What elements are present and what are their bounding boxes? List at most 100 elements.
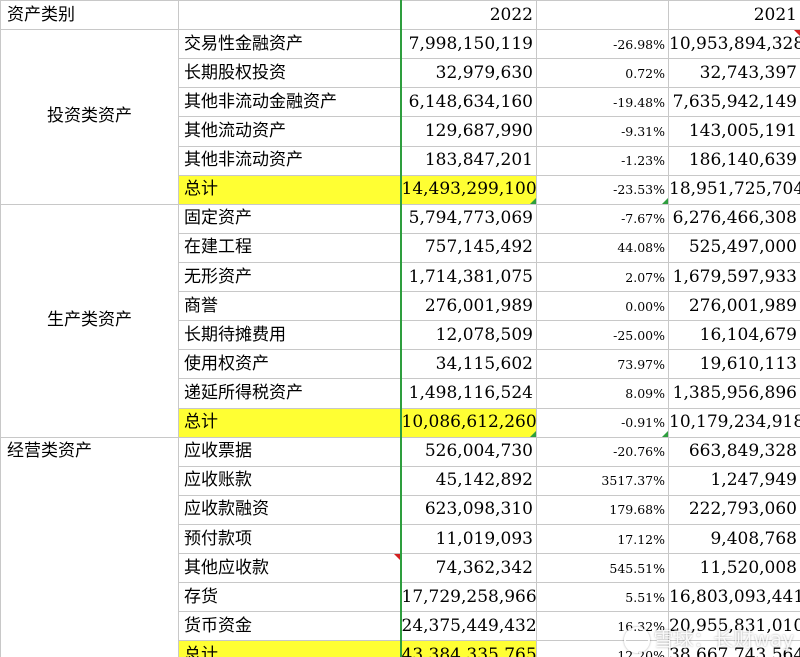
pct-change[interactable]: -1.23% <box>536 145 669 176</box>
row-label[interactable]: 其他应收款 <box>178 553 401 584</box>
header-blank[interactable] <box>178 0 401 31</box>
value-2022[interactable]: 129,687,990 <box>399 116 537 147</box>
value-2021[interactable]: 186,140,639 <box>668 145 800 176</box>
value-2022[interactable]: 5,794,773,069 <box>399 203 537 234</box>
pct-change[interactable]: 44.08% <box>536 232 669 263</box>
pct-change[interactable]: -7.67% <box>536 203 669 234</box>
pct-change[interactable]: -25.00% <box>536 320 669 351</box>
row-label[interactable]: 固定资产 <box>178 203 401 234</box>
watermark: 雪球：长财way <box>623 623 794 653</box>
total-2021[interactable]: 18,951,725,704 <box>668 174 800 205</box>
spreadsheet: 资产类别 2022 2021 投资类资产 交易性金融资产 7,998,150,1… <box>0 0 800 657</box>
value-text: -0.91% <box>621 415 665 431</box>
pct-change[interactable]: 0.72% <box>536 58 669 89</box>
row-label[interactable]: 存货 <box>178 582 401 613</box>
group-name-production[interactable]: 生产类资产 <box>0 203 179 438</box>
value-2022[interactable]: 6,148,634,160 <box>399 87 537 118</box>
pct-change[interactable]: -20.76% <box>536 436 669 467</box>
value-2021[interactable]: 6,276,466,308 <box>668 203 800 234</box>
pct-change[interactable]: 545.51% <box>536 553 669 584</box>
pct-change[interactable]: 3517.37% <box>536 465 669 496</box>
value-2022[interactable]: 276,001,989 <box>399 291 537 322</box>
value-2021[interactable]: 32,743,397 <box>668 58 800 89</box>
value-2021[interactable]: 525,497,000 <box>668 232 800 263</box>
value-2022[interactable]: 7,998,150,119 <box>399 29 537 60</box>
group-name-investment[interactable]: 投资类资产 <box>0 29 179 205</box>
row-label[interactable]: 其他非流动金融资产 <box>178 87 401 118</box>
total-label[interactable]: 总计 <box>178 174 401 205</box>
row-label[interactable]: 长期待摊费用 <box>178 320 401 351</box>
value-2022[interactable]: 1,498,116,524 <box>399 378 537 409</box>
value-2021[interactable]: 19,610,113 <box>668 349 800 380</box>
value-2022[interactable]: 1,714,381,075 <box>399 261 537 293</box>
pct-change[interactable]: 2.07% <box>536 261 669 293</box>
pct-change[interactable]: 8.09% <box>536 378 669 409</box>
value-2022[interactable]: 74,362,342 <box>399 553 537 584</box>
value-2021[interactable]: 11,520,008 <box>668 553 800 584</box>
value-2021[interactable]: 143,005,191 <box>668 116 800 147</box>
value-2022[interactable]: 24,375,449,432 <box>399 611 537 642</box>
header-2021[interactable]: 2021 <box>668 0 800 31</box>
value-2022[interactable]: 32,979,630 <box>399 58 537 89</box>
value-2022[interactable]: 623,098,310 <box>399 494 537 525</box>
group-name-operating[interactable]: 经营类资产 <box>0 436 179 657</box>
value-2022[interactable]: 757,145,492 <box>399 232 537 263</box>
pct-change[interactable]: 5.51% <box>536 582 669 613</box>
value-2022[interactable]: 34,115,602 <box>399 349 537 380</box>
total-2022[interactable]: 10,086,612,260 <box>399 407 537 438</box>
row-label[interactable]: 长期股权投资 <box>178 58 401 89</box>
snowball-logo-icon <box>623 627 650 653</box>
value-2022[interactable]: 183,847,201 <box>399 145 537 176</box>
row-label[interactable]: 预付款项 <box>178 523 401 555</box>
total-label[interactable]: 总计 <box>178 407 401 438</box>
value-2021[interactable]: 16,104,679 <box>668 320 800 351</box>
header-2022[interactable]: 2022 <box>399 0 537 31</box>
value-text: -23.53% <box>613 182 665 198</box>
pct-change[interactable]: 179.68% <box>536 494 669 525</box>
value-2021[interactable]: 10,953,894,328 <box>668 29 800 60</box>
total-label[interactable]: 总计 <box>178 640 401 657</box>
header-blank-pct[interactable] <box>536 0 669 31</box>
row-label[interactable]: 应收票据 <box>178 436 401 467</box>
asset-table: 资产类别 2022 2021 投资类资产 交易性金融资产 7,998,150,1… <box>0 0 800 657</box>
value-2022[interactable]: 17,729,258,966 <box>399 582 537 613</box>
value-2021[interactable]: 276,001,989 <box>668 291 800 322</box>
value-2022[interactable]: 526,004,730 <box>399 436 537 467</box>
value-2021[interactable]: 1,679,597,933 <box>668 261 800 293</box>
value-2021[interactable]: 16,803,093,441 <box>668 582 800 613</box>
row-label[interactable]: 无形资产 <box>178 261 401 293</box>
total-2022[interactable]: 14,493,299,100 <box>399 174 537 205</box>
value-2021[interactable]: 7,635,942,149 <box>668 87 800 118</box>
pct-change[interactable]: 73.97% <box>536 349 669 380</box>
pct-change[interactable]: -0.91% <box>536 407 669 438</box>
value-text: 43,384,335,765 <box>401 644 537 657</box>
value-2022[interactable]: 11,019,093 <box>399 523 537 555</box>
value-2021[interactable]: 1,385,956,896 <box>668 378 800 409</box>
row-label[interactable]: 交易性金融资产 <box>178 29 401 60</box>
value-2021[interactable]: 1,247,949 <box>668 465 800 496</box>
row-label[interactable]: 货币资金 <box>178 611 401 642</box>
row-label[interactable]: 在建工程 <box>178 232 401 263</box>
value-2022[interactable]: 45,142,892 <box>399 465 537 496</box>
table-row: 经营类资产 应收票据 526,004,730 -20.76% 663,849,3… <box>0 436 800 657</box>
row-label[interactable]: 商誉 <box>178 291 401 322</box>
pct-change[interactable]: -26.98% <box>536 29 669 60</box>
pct-change[interactable]: -19.48% <box>536 87 669 118</box>
pct-change[interactable]: 0.00% <box>536 291 669 322</box>
value-2021[interactable]: 663,849,328 <box>668 436 800 467</box>
value-2021[interactable]: 9,408,768 <box>668 523 800 555</box>
pct-change[interactable]: -23.53% <box>536 174 669 205</box>
row-label[interactable]: 其他流动资产 <box>178 116 401 147</box>
value-2022[interactable]: 12,078,509 <box>399 320 537 351</box>
value-2021[interactable]: 222,793,060 <box>668 494 800 525</box>
pct-change[interactable]: 17.12% <box>536 523 669 555</box>
total-2021[interactable]: 10,179,234,918 <box>668 407 800 438</box>
row-label[interactable]: 其他非流动资产 <box>178 145 401 176</box>
row-label[interactable]: 递延所得税资产 <box>178 378 401 409</box>
header-category[interactable]: 资产类别 <box>0 0 179 31</box>
row-label[interactable]: 使用权资产 <box>178 349 401 380</box>
pct-change[interactable]: -9.31% <box>536 116 669 147</box>
row-label[interactable]: 应收款融资 <box>178 494 401 525</box>
row-label[interactable]: 应收账款 <box>178 465 401 496</box>
total-2022[interactable]: 43,384,335,765 <box>399 640 537 657</box>
